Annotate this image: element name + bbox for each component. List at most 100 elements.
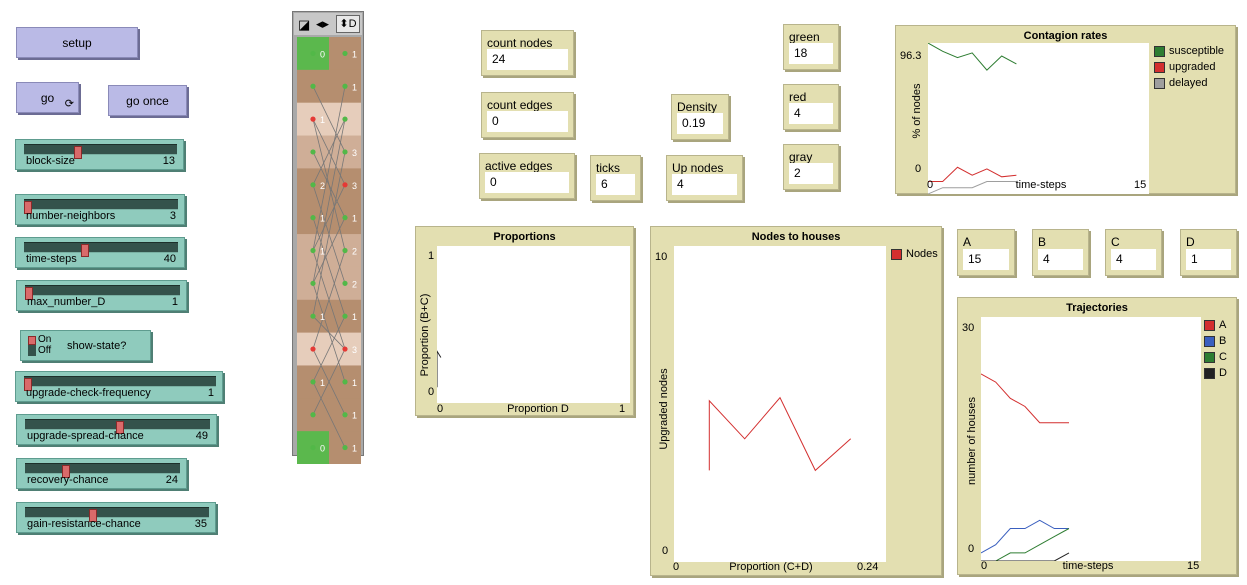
slider-track[interactable] bbox=[25, 507, 209, 522]
network-node[interactable] bbox=[342, 247, 348, 254]
network-node[interactable] bbox=[310, 412, 316, 418]
plot-contagion-rates: Contagion rates 96.3 0 0 15 time-steps %… bbox=[895, 25, 1236, 194]
network-node[interactable] bbox=[342, 83, 348, 89]
go-button[interactable]: go ⟳ bbox=[16, 82, 79, 113]
slider-upgrade-spread-chance[interactable]: upgrade-spread-chance 49 bbox=[16, 414, 217, 445]
legend-label: delayed bbox=[1169, 77, 1208, 89]
y-tick-top: 1 bbox=[428, 250, 435, 262]
slider-track[interactable] bbox=[25, 285, 180, 300]
slider-thumb[interactable] bbox=[74, 146, 83, 159]
series-line-a bbox=[981, 373, 1069, 424]
network-node[interactable] bbox=[310, 116, 316, 122]
network-node[interactable] bbox=[342, 182, 348, 188]
x-tick-left: 0 bbox=[437, 403, 444, 415]
network-node[interactable] bbox=[342, 50, 348, 57]
go-once-label: go once bbox=[126, 93, 169, 108]
network-node[interactable] bbox=[310, 247, 316, 254]
switch-knob[interactable] bbox=[28, 336, 36, 356]
view-toolbar-label: D bbox=[348, 18, 357, 30]
series-line-nodes bbox=[708, 396, 852, 472]
plot-trajectories: Trajectories 30 0 0 15 time-steps number… bbox=[957, 297, 1237, 575]
network-node[interactable] bbox=[310, 313, 316, 319]
legend-item: C bbox=[1204, 349, 1227, 365]
slider-block-size[interactable]: block-size 13 bbox=[15, 139, 184, 170]
network-node[interactable] bbox=[342, 149, 348, 155]
slider-track[interactable] bbox=[25, 419, 210, 434]
resize-horizontal-icon[interactable]: ◂▸ bbox=[316, 16, 329, 32]
legend-swatch bbox=[1154, 61, 1165, 73]
slider-upgrade-check-frequency[interactable]: upgrade-check-frequency 1 bbox=[15, 371, 223, 402]
y-tick-bottom: 0 bbox=[915, 163, 922, 175]
slider-value: 24 bbox=[165, 474, 178, 486]
slider-track[interactable] bbox=[24, 242, 178, 257]
patch-label: 1 bbox=[320, 214, 325, 224]
setup-button[interactable]: setup bbox=[16, 27, 138, 58]
resize-vertical-icon[interactable]: ⬍D bbox=[336, 15, 360, 33]
network-node[interactable] bbox=[342, 346, 348, 352]
network-node[interactable] bbox=[310, 280, 316, 286]
network-node[interactable] bbox=[342, 313, 348, 319]
slider-track[interactable] bbox=[24, 199, 178, 214]
plot-title: Proportions bbox=[493, 231, 556, 243]
plot-legend: A B C D bbox=[1204, 317, 1227, 381]
plot-area bbox=[928, 43, 1149, 194]
slider-number-neighbors[interactable]: number-neighbors 3 bbox=[15, 194, 185, 225]
patch-label: 1 bbox=[320, 115, 325, 125]
legend-item: upgraded bbox=[1154, 59, 1224, 75]
slider-label: upgrade-check-frequency bbox=[26, 387, 151, 399]
monitor-label: D bbox=[1186, 235, 1195, 249]
y-tick-top: 96.3 bbox=[900, 50, 922, 62]
x-axis-label: time-steps bbox=[1062, 560, 1114, 572]
network-node[interactable] bbox=[310, 444, 316, 451]
slider-track[interactable] bbox=[24, 376, 216, 391]
slider-thumb[interactable] bbox=[80, 244, 89, 257]
network-node[interactable] bbox=[310, 83, 316, 89]
patch-label: 2 bbox=[320, 181, 325, 191]
slider-track[interactable] bbox=[24, 144, 177, 159]
go-once-button[interactable]: go once bbox=[108, 85, 187, 116]
world-canvas[interactable]: 1 1 3 3 1 2 2 1 3 1 1 1 0 1 2 1 1 1 1 0 bbox=[297, 37, 361, 464]
x-tick-left: 0 bbox=[673, 561, 680, 573]
monitor-up-nodes: Up nodes 4 bbox=[666, 155, 743, 201]
network-node[interactable] bbox=[342, 444, 348, 451]
series-line-susceptible bbox=[928, 43, 1017, 71]
slider-gain-resistance-chance[interactable]: gain-resistance-chance 35 bbox=[16, 502, 216, 533]
monitor-label: ticks bbox=[596, 161, 620, 175]
network-node[interactable] bbox=[342, 379, 348, 385]
network-node[interactable] bbox=[310, 215, 316, 221]
slider-recovery-chance[interactable]: recovery-chance 24 bbox=[16, 458, 187, 489]
network-node[interactable] bbox=[310, 346, 316, 352]
monitor-label: green bbox=[789, 30, 820, 44]
network-node[interactable] bbox=[310, 182, 316, 188]
slider-value: 40 bbox=[163, 253, 176, 265]
network-node[interactable] bbox=[342, 280, 348, 286]
legend-label: C bbox=[1219, 351, 1227, 363]
show-state-switch[interactable]: On Off show-state? bbox=[20, 330, 151, 361]
legend-item: delayed bbox=[1154, 75, 1224, 91]
slider-value: 49 bbox=[195, 430, 208, 442]
network-node[interactable] bbox=[310, 149, 316, 155]
patch-label: 1 bbox=[352, 214, 357, 224]
monitor-gray: gray 2 bbox=[783, 144, 839, 190]
monitor-value: 4 bbox=[1038, 249, 1083, 270]
edges-icon[interactable]: ◪ bbox=[298, 17, 310, 33]
monitor-red: red 4 bbox=[783, 84, 839, 130]
slider-track[interactable] bbox=[25, 463, 180, 478]
network-node[interactable] bbox=[342, 215, 348, 221]
monitor-label: Density bbox=[677, 100, 718, 114]
x-axis-label: time-steps bbox=[1015, 179, 1067, 191]
network-node[interactable] bbox=[342, 116, 348, 122]
network-node[interactable] bbox=[310, 50, 316, 57]
switch-on-label: On bbox=[38, 334, 52, 345]
slider-max-number-d[interactable]: max_number_D 1 bbox=[16, 280, 187, 311]
patch-label: 2 bbox=[352, 247, 357, 257]
monitor-value: 2 bbox=[789, 163, 833, 184]
patch-label: 1 bbox=[352, 378, 357, 388]
slider-time-steps[interactable]: time-steps 40 bbox=[15, 237, 185, 268]
network-node[interactable] bbox=[310, 379, 316, 385]
slider-value: 1 bbox=[207, 387, 214, 399]
network-node[interactable] bbox=[342, 412, 348, 418]
plot-nodes-to-houses: Nodes to houses 10 0 0 0.24 Proportion (… bbox=[650, 226, 942, 576]
world-view[interactable]: ◪ ◂▸ ⬍D 1 1 3 3 1 2 2 1 3 1 1 1 0 1 2 1 1 1 1 0 bbox=[292, 11, 364, 464]
legend-label: B bbox=[1219, 335, 1227, 347]
